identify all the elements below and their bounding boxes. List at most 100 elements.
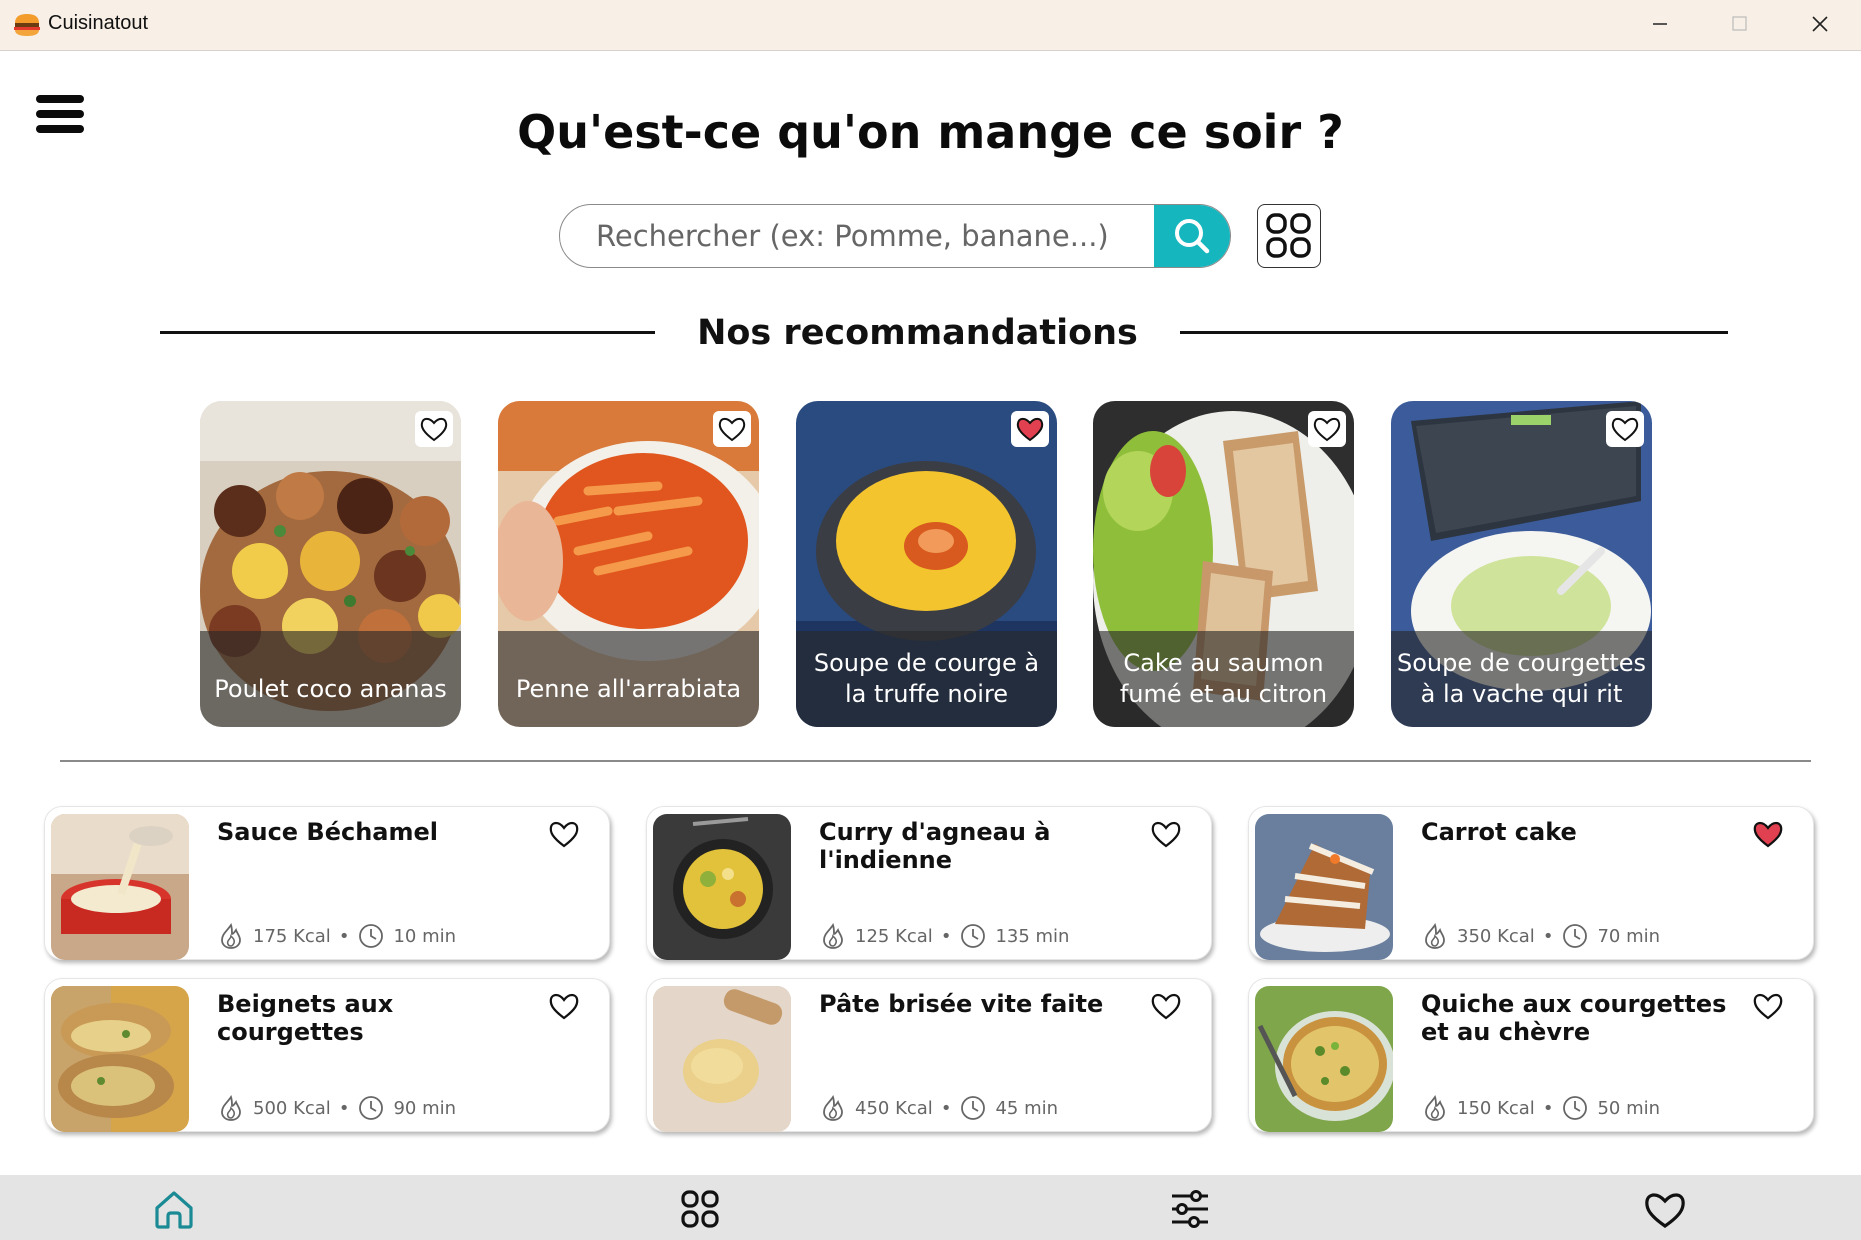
clock-icon bbox=[359, 924, 384, 948]
favorite-button[interactable] bbox=[1606, 411, 1644, 447]
recipe-meta: 150 Kcal • 50 min bbox=[1421, 1093, 1660, 1123]
recipe-name: Carrot cake bbox=[1421, 818, 1577, 846]
recipe-card[interactable]: Curry d'agneau à l'indienne 125 Kcal • 1… bbox=[646, 806, 1212, 960]
recommendation-card[interactable]: Soupe de courge à la truffe noire bbox=[796, 401, 1057, 727]
recipe-meta: 350 Kcal • 70 min bbox=[1421, 921, 1660, 951]
flame-icon bbox=[823, 1094, 843, 1121]
heart-icon[interactable] bbox=[1150, 991, 1182, 1021]
meta-separator: • bbox=[338, 1097, 350, 1119]
recipe-card[interactable]: Pâte brisée vite faite 450 Kcal • 45 min bbox=[646, 978, 1212, 1132]
recipe-photo bbox=[1255, 986, 1393, 1132]
recipe-card[interactable]: Carrot cake 350 Kcal • 70 min bbox=[1248, 806, 1814, 960]
heart-icon bbox=[1611, 417, 1639, 442]
recipe-name: Curry d'agneau à l'indienne bbox=[819, 818, 1051, 874]
search-input[interactable] bbox=[560, 205, 1154, 266]
recipe-card[interactable]: Sauce Béchamel 175 Kcal • 10 min bbox=[44, 806, 610, 960]
meta-separator: • bbox=[940, 925, 952, 947]
home-icon[interactable] bbox=[152, 1187, 196, 1231]
title-bar: Cuisinatout bbox=[0, 0, 1861, 51]
heart-icon bbox=[1313, 417, 1341, 442]
recipe-thumbnail bbox=[51, 814, 189, 960]
heart-icon[interactable] bbox=[548, 991, 580, 1021]
meta-separator: • bbox=[338, 925, 350, 947]
clock-icon bbox=[359, 1096, 384, 1120]
clock-icon bbox=[1563, 924, 1588, 948]
heart-filled-icon bbox=[1016, 417, 1044, 442]
favorite-button[interactable] bbox=[713, 411, 751, 447]
heart-icon[interactable] bbox=[1643, 1187, 1687, 1231]
recommendation-card[interactable]: Penne all'arrabiata bbox=[498, 401, 759, 727]
meta-separator: • bbox=[1542, 925, 1554, 947]
recipe-kcal: 150 Kcal bbox=[1457, 1097, 1535, 1119]
divider-line bbox=[1180, 331, 1728, 334]
recommendation-card[interactable]: Poulet coco ananas bbox=[200, 401, 461, 727]
search-icon bbox=[1175, 219, 1210, 254]
recipe-time: 70 min bbox=[1597, 925, 1661, 947]
recipe-card[interactable]: Quiche aux courgettes et au chèvre 150 K… bbox=[1248, 978, 1814, 1132]
window-title: Cuisinatout bbox=[48, 12, 149, 34]
clock-icon bbox=[961, 1096, 986, 1120]
recommendation-name: Soupe de courgettes à la vache qui rit bbox=[1391, 631, 1652, 727]
recipe-meta: 450 Kcal • 45 min bbox=[819, 1093, 1058, 1123]
section-separator bbox=[60, 760, 1811, 762]
sliders-icon[interactable] bbox=[1168, 1187, 1212, 1231]
grid-icon[interactable] bbox=[678, 1187, 722, 1231]
minimize-button[interactable] bbox=[1620, 0, 1700, 50]
recipe-card[interactable]: Beignets aux courgettes 500 Kcal • 90 mi… bbox=[44, 978, 610, 1132]
search-bar bbox=[559, 204, 1231, 268]
heart-icon bbox=[420, 417, 448, 442]
recipe-time: 45 min bbox=[995, 1097, 1059, 1119]
favorite-button[interactable] bbox=[1308, 411, 1346, 447]
recipe-meta: 175 Kcal • 10 min bbox=[217, 921, 456, 951]
recipe-photo bbox=[653, 814, 791, 960]
recipe-name: Beignets aux courgettes bbox=[217, 990, 394, 1046]
flame-icon bbox=[1425, 922, 1445, 949]
heart-icon[interactable] bbox=[1752, 991, 1784, 1021]
recipe-photo bbox=[653, 986, 791, 1132]
recipe-time: 50 min bbox=[1597, 1097, 1661, 1119]
recommendation-card[interactable]: Soupe de courgettes à la vache qui rit bbox=[1391, 401, 1652, 727]
recipe-meta: 500 Kcal • 90 min bbox=[217, 1093, 456, 1123]
heart-filled-icon[interactable] bbox=[1752, 819, 1784, 849]
close-button[interactable] bbox=[1780, 0, 1860, 50]
recommendation-name: Penne all'arrabiata bbox=[498, 631, 759, 727]
clock-icon bbox=[1563, 1096, 1588, 1120]
meta-separator: • bbox=[1542, 1097, 1554, 1119]
favorite-button[interactable] bbox=[1011, 411, 1049, 447]
recommendation-name: Soupe de courge à la truffe noire bbox=[796, 631, 1057, 727]
recipe-name: Pâte brisée vite faite bbox=[819, 990, 1104, 1018]
recipe-photo bbox=[51, 986, 189, 1132]
recipe-time: 90 min bbox=[393, 1097, 457, 1119]
recipe-kcal: 125 Kcal bbox=[855, 925, 933, 947]
flame-icon bbox=[823, 922, 843, 949]
recommendation-name: Cake au saumon fumé et au citron bbox=[1093, 631, 1354, 727]
heart-icon[interactable] bbox=[1150, 819, 1182, 849]
recipe-thumbnail bbox=[653, 986, 791, 1132]
divider-line bbox=[160, 331, 655, 334]
favorite-button[interactable] bbox=[415, 411, 453, 447]
recipe-meta: 125 Kcal • 135 min bbox=[819, 921, 1069, 951]
grid-icon bbox=[1266, 213, 1311, 258]
flame-icon bbox=[221, 1094, 241, 1121]
recommendation-card[interactable]: Cake au saumon fumé et au citron bbox=[1093, 401, 1354, 727]
clock-icon bbox=[961, 924, 986, 948]
recipe-name: Quiche aux courgettes et au chèvre bbox=[1421, 990, 1727, 1046]
recipe-photo bbox=[1255, 814, 1393, 960]
flame-icon bbox=[221, 922, 241, 949]
category-grid-button[interactable] bbox=[1257, 204, 1321, 268]
recipe-kcal: 350 Kcal bbox=[1457, 925, 1535, 947]
recommendation-name: Poulet coco ananas bbox=[200, 631, 461, 727]
heart-icon[interactable] bbox=[548, 819, 580, 849]
recipe-thumbnail bbox=[653, 814, 791, 960]
recipe-kcal: 500 Kcal bbox=[253, 1097, 331, 1119]
maximize-button[interactable] bbox=[1700, 0, 1780, 50]
recipe-time: 10 min bbox=[393, 925, 457, 947]
recipe-photo bbox=[51, 814, 189, 960]
recipe-thumbnail bbox=[1255, 986, 1393, 1132]
burger-icon bbox=[14, 14, 40, 36]
recipe-name: Sauce Béchamel bbox=[217, 818, 439, 846]
search-button[interactable] bbox=[1154, 205, 1230, 267]
page-title: Qu'est-ce qu'on mange ce soir ? bbox=[517, 105, 1344, 159]
recommendations-title: Nos recommandations bbox=[697, 313, 1138, 353]
recipe-kcal: 450 Kcal bbox=[855, 1097, 933, 1119]
